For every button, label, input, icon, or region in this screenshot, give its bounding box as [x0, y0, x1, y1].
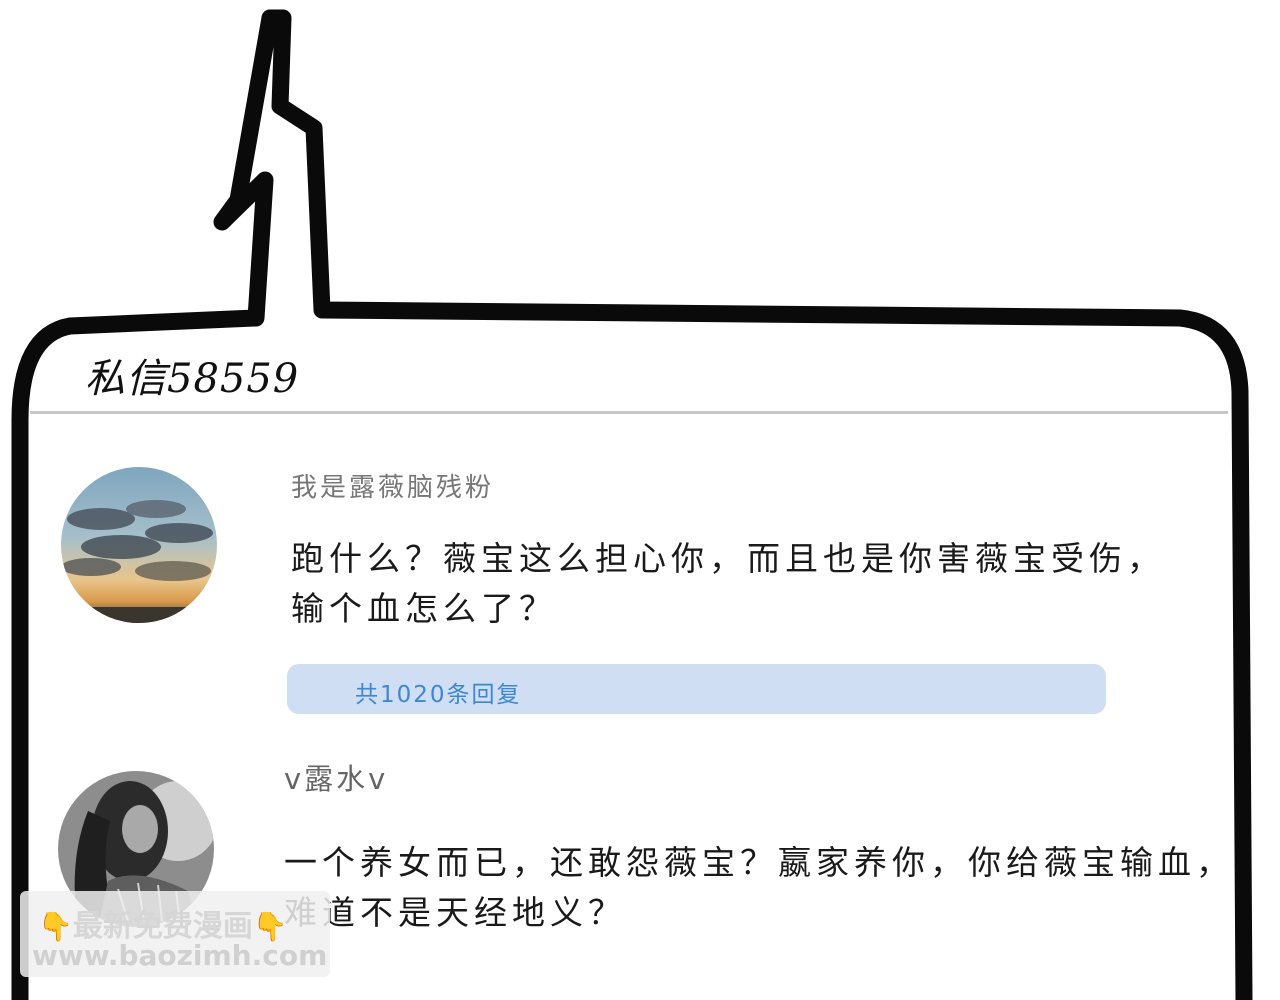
page-title: 私信58559 — [85, 356, 300, 402]
reply-count-label: 共1020条回复 — [355, 682, 522, 708]
comment-text: 跑什么？薇宝这么担心你，而且也是你害薇宝受伤， 输个血怎么了？ — [291, 534, 1165, 634]
header-divider — [30, 411, 1228, 414]
watermark-url: www.baozimh.com — [32, 939, 328, 972]
comment-text: 一个养女而已，还敢怨薇宝？嬴家养你，你给薇宝输血， 难道不是天经地义？ — [284, 838, 1234, 938]
comment-line: 跑什么？薇宝这么担心你，而且也是你害薇宝受伤， — [291, 539, 1165, 578]
comment-line: 难道不是天经地义？ — [284, 893, 626, 932]
view-replies-button[interactable]: 共1020条回复 — [287, 664, 1106, 714]
sky-clouds-avatar-icon[interactable] — [61, 467, 217, 623]
comment-line: 输个血怎么了？ — [291, 589, 557, 628]
watermark-overlay: 👇最新免费漫画👇 www.baozimh.com — [20, 891, 330, 977]
comment-username[interactable]: 我是露薇脑残粉 — [291, 467, 494, 504]
comment-line: 一个养女而已，还敢怨薇宝？嬴家养你，你给薇宝输血， — [284, 843, 1234, 882]
comment-username[interactable]: v露水v — [284, 756, 388, 798]
comic-panel: 私信58559 我是露薇脑残粉 跑什么？薇宝这么担心你，而且也是你害薇宝受伤， … — [0, 0, 1280, 1000]
